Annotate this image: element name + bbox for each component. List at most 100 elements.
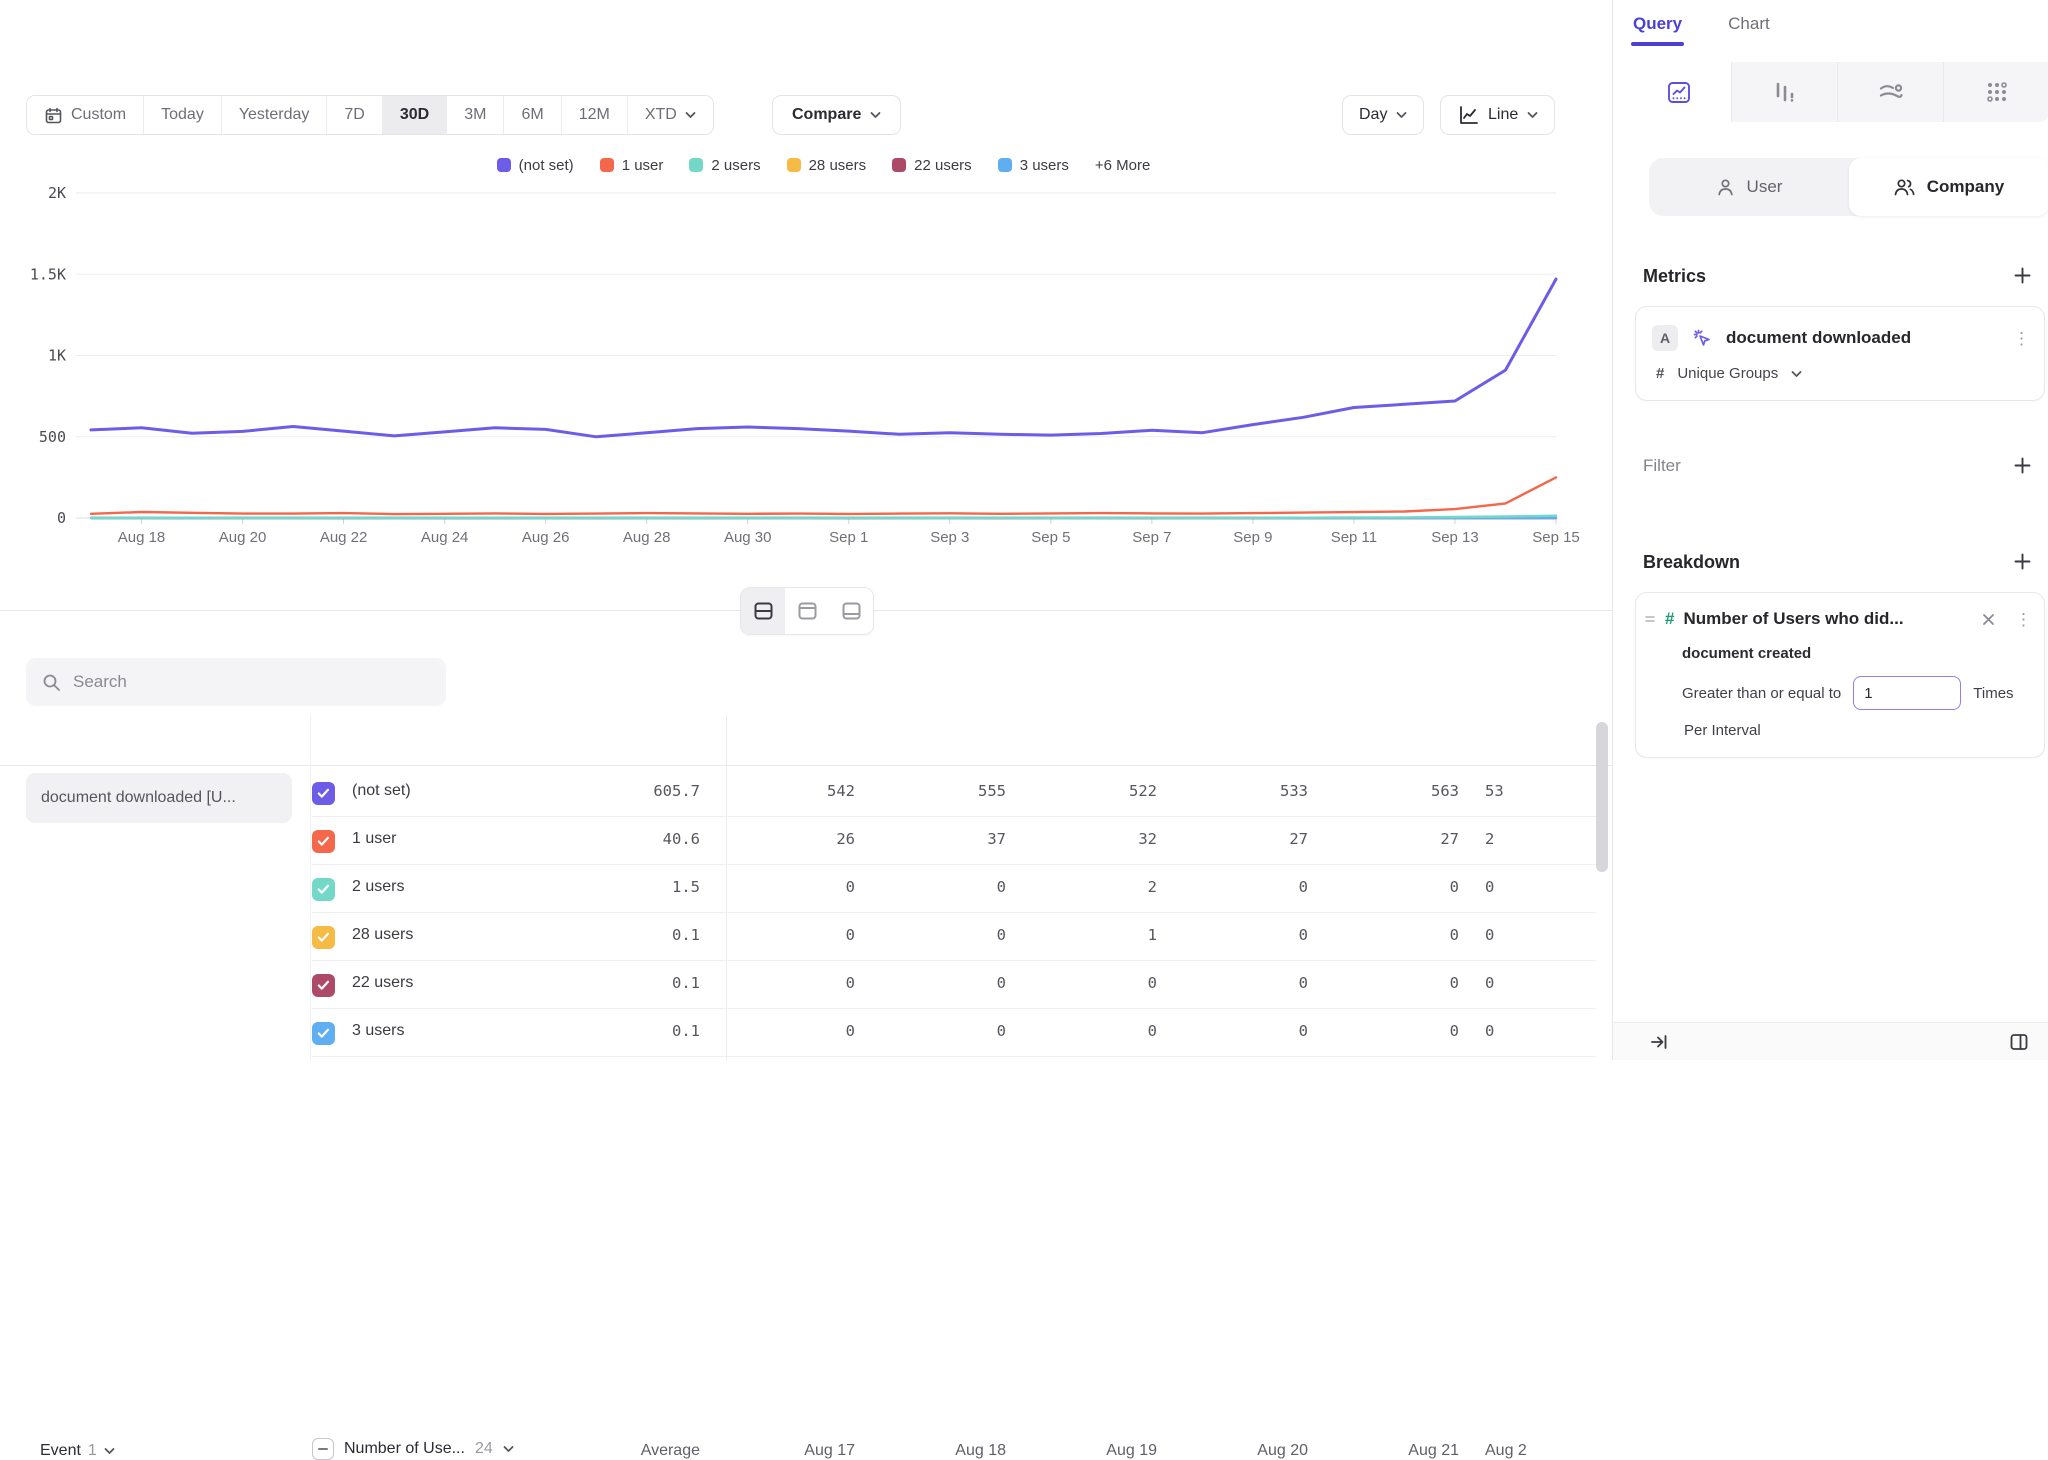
chart-type-tab-line-chart[interactable] [1626, 62, 1732, 122]
search-input[interactable] [73, 672, 413, 692]
row-checkbox[interactable] [312, 782, 335, 805]
date-column-header: Aug 19 [1028, 1442, 1157, 1460]
row-checkbox[interactable] [312, 974, 335, 997]
date-column-header: Aug 17 [726, 1442, 855, 1460]
breakdown-card[interactable]: # Number of Users who did... ⋮ document … [1635, 592, 2045, 758]
row-checkbox[interactable] [312, 830, 335, 853]
chart-type-tab-bar-chart[interactable] [1732, 62, 1838, 122]
date-column-header: Aug 18 [877, 1442, 1006, 1460]
breakdown-kebab-icon[interactable]: ⋮ [2015, 611, 2032, 628]
chart-type-tab-grid[interactable] [1944, 62, 2048, 122]
collapse-panel-icon[interactable] [1649, 1032, 1669, 1052]
select-all-checkbox[interactable] [312, 1438, 334, 1460]
chevron-down-icon [1527, 106, 1538, 124]
breakdown-event-name: document created [1636, 629, 2044, 662]
add-breakdown-button[interactable] [2009, 548, 2035, 574]
scope-company[interactable]: Company [1849, 158, 2048, 216]
row-checkbox[interactable] [312, 878, 335, 901]
svg-text:Aug 26: Aug 26 [522, 529, 570, 546]
search-box [26, 658, 446, 706]
metric-event-name[interactable]: document downloaded [1726, 328, 2000, 348]
line-chart-icon [1666, 80, 1692, 105]
group-header-label[interactable]: Number of Use... [344, 1440, 465, 1458]
add-filter-button[interactable] [2009, 452, 2035, 478]
interval-dropdown[interactable]: Day [1342, 95, 1424, 135]
row-value: 0 [1179, 878, 1308, 896]
breakdown-condition-label: Greater than or equal to [1682, 685, 1841, 702]
breakdown-threshold-input[interactable] [1853, 676, 1961, 710]
row-value: 0 [726, 878, 855, 896]
range-yesterday[interactable]: Yesterday [222, 96, 328, 134]
row-value: 0 [877, 1022, 1006, 1040]
range-12m[interactable]: 12M [562, 96, 628, 134]
range-today[interactable]: Today [144, 96, 222, 134]
svg-text:Sep 11: Sep 11 [1331, 529, 1377, 546]
legend-more[interactable]: +6 More [1095, 157, 1150, 174]
drag-handle-icon[interactable] [1644, 613, 1656, 625]
row-value: 0 [1179, 974, 1308, 992]
event-column-header[interactable]: Event 1 [40, 1442, 115, 1460]
scope-company-label: Company [1927, 177, 2004, 197]
legend-item[interactable]: 3 users [998, 157, 1069, 174]
chart-type-dropdown[interactable]: Line [1440, 95, 1555, 135]
table-row: 2 users1.5002000 [0, 865, 1612, 913]
row-checkbox[interactable] [312, 926, 335, 949]
row-average: 0.1 [580, 926, 700, 944]
metric-measure-dropdown[interactable]: # Unique Groups [1636, 351, 2044, 400]
chevron-down-icon [503, 1440, 514, 1458]
svg-text:Sep 9: Sep 9 [1233, 529, 1272, 546]
metric-card[interactable]: A document downloaded ⋮ # Unique Groups [1635, 306, 2045, 401]
average-column-header: Average [580, 1442, 700, 1460]
range-30d[interactable]: 30D [383, 96, 447, 134]
svg-text:Sep 7: Sep 7 [1132, 529, 1171, 546]
chevron-down-icon [685, 111, 696, 119]
legend-item[interactable]: 28 users [787, 157, 867, 174]
split-view-button[interactable] [741, 588, 785, 634]
svg-text:Aug 24: Aug 24 [421, 529, 469, 546]
view-toggle-group [740, 587, 874, 635]
line-chart: 05001K1.5K2KAug 18Aug 20Aug 22Aug 24Aug … [0, 185, 1612, 560]
svg-text:500: 500 [39, 428, 66, 446]
row-value: 542 [726, 782, 855, 800]
legend-item[interactable]: 22 users [892, 157, 972, 174]
table-row: (not set)605.754255552253356353 [0, 769, 1612, 817]
bottom-panel-view-button[interactable] [829, 588, 873, 634]
table-scrollbar[interactable] [1596, 722, 1608, 872]
chart-type-tab-flow[interactable] [1838, 62, 1944, 122]
top-panel-view-button[interactable] [785, 588, 829, 634]
date-column-header: Aug 2 [1481, 1442, 1632, 1460]
event-click-icon [1691, 327, 1713, 349]
legend-item[interactable]: 1 user [600, 157, 664, 174]
legend-item[interactable]: (not set) [497, 157, 574, 174]
row-value: 0 [1330, 878, 1459, 896]
range-3m[interactable]: 3M [447, 96, 504, 134]
legend-swatch [497, 158, 511, 172]
close-icon[interactable] [1981, 612, 1996, 627]
bar-chart-icon [1772, 79, 1798, 105]
add-metric-button[interactable] [2009, 262, 2035, 288]
row-value: 0 [877, 878, 1006, 896]
row-average: 40.6 [580, 830, 700, 848]
range-7d[interactable]: 7D [327, 96, 382, 134]
metric-kebab-icon[interactable]: ⋮ [2013, 330, 2030, 347]
breakdown-title[interactable]: Number of Users who did... [1683, 609, 1972, 629]
row-value: 0 [1028, 1022, 1157, 1040]
range-custom[interactable]: Custom [27, 96, 144, 134]
range-xtd[interactable]: XTD [628, 96, 713, 134]
range-6m[interactable]: 6M [504, 96, 561, 134]
svg-text:Aug 20: Aug 20 [219, 529, 267, 546]
row-average: 1.5 [580, 878, 700, 896]
tab-chart[interactable]: Chart [1728, 14, 1770, 46]
chevron-down-icon [104, 1442, 115, 1460]
split-panel-icon[interactable] [2009, 1032, 2029, 1052]
row-checkbox[interactable] [312, 1022, 335, 1045]
tab-query[interactable]: Query [1633, 14, 1682, 46]
legend-item[interactable]: 2 users [689, 157, 760, 174]
scope-user[interactable]: User [1649, 158, 1849, 216]
compare-button[interactable]: Compare [772, 95, 901, 135]
svg-text:0: 0 [57, 509, 66, 527]
interval-label: Day [1359, 106, 1387, 124]
event-count: 1 [88, 1442, 97, 1460]
row-label: 1 user [352, 830, 396, 848]
calendar-icon [44, 106, 63, 125]
